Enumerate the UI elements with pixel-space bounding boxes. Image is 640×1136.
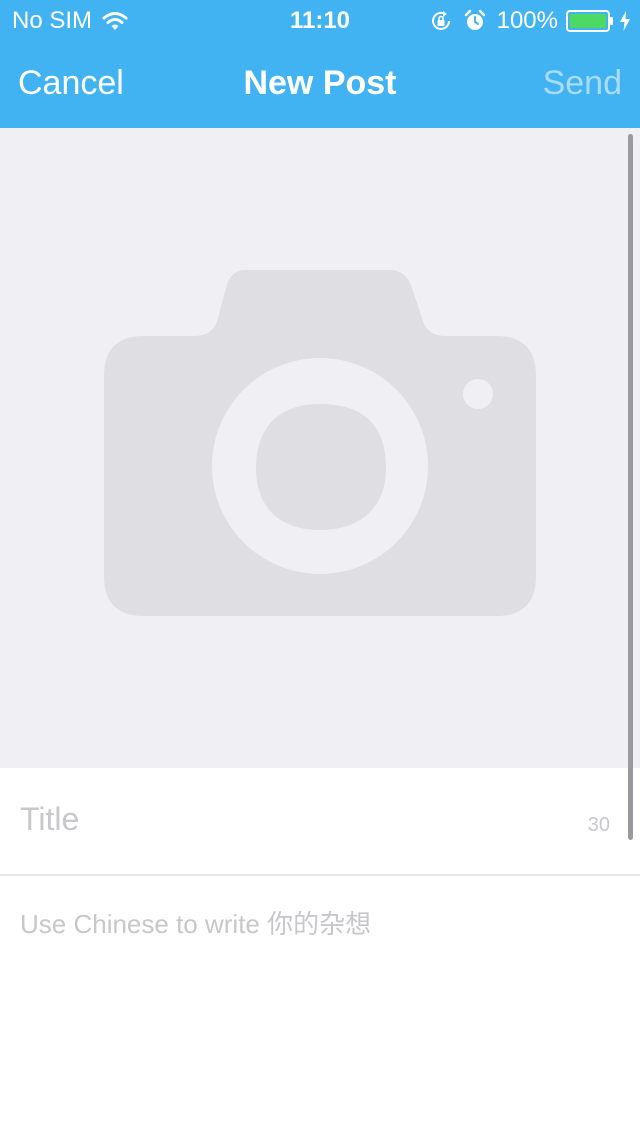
- lock-rotation-icon: [431, 11, 450, 30]
- battery-percent: 100%: [496, 7, 558, 34]
- body-textarea[interactable]: [20, 904, 610, 1114]
- status-right: 100%: [429, 7, 630, 35]
- charging-icon: [620, 11, 630, 31]
- status-bar: No SIM 11:10 100%: [0, 0, 640, 40]
- send-button[interactable]: Send: [543, 64, 622, 103]
- top-bar: No SIM 11:10 100% Cancel New Post Send: [0, 0, 640, 128]
- new-post-screen: No SIM 11:10 100% Cancel New Post Send T…: [0, 0, 640, 1136]
- add-photo-area[interactable]: [0, 128, 640, 768]
- scrollbar[interactable]: [628, 134, 633, 840]
- camera-icon: [104, 270, 536, 616]
- title-char-count: 30: [587, 814, 610, 836]
- title-input[interactable]: [20, 794, 540, 844]
- title-row: 30: [0, 768, 640, 876]
- alarm-icon: [464, 9, 485, 30]
- navigation-bar: Cancel New Post Send: [0, 40, 640, 128]
- battery-icon: [566, 10, 613, 32]
